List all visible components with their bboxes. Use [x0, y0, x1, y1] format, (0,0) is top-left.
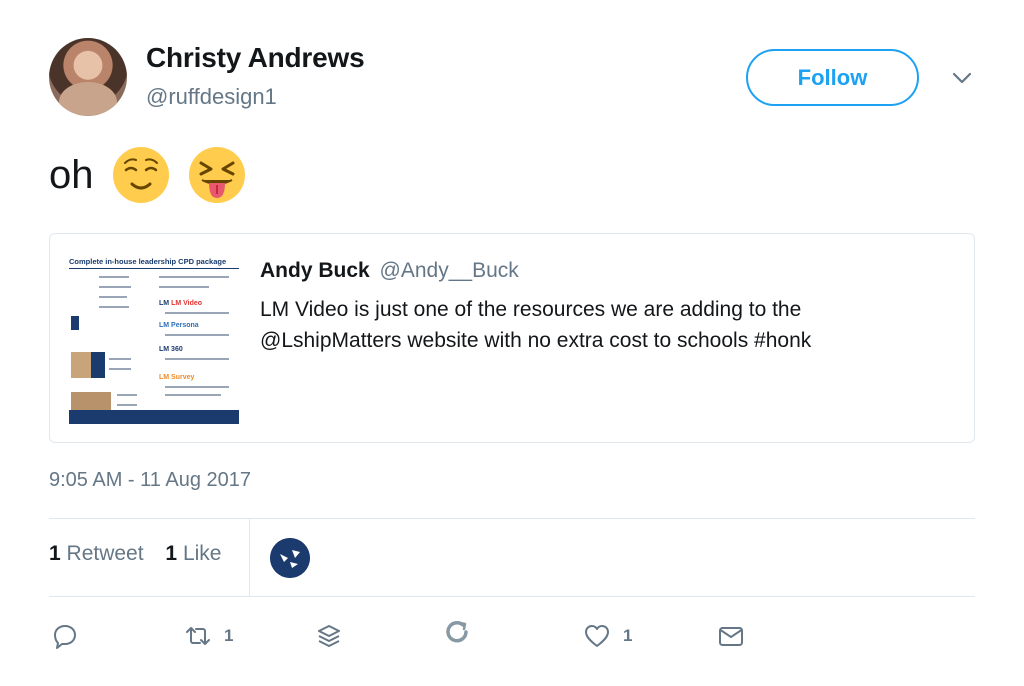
thumb-text-line — [159, 276, 229, 278]
refresh-action[interactable] — [443, 618, 471, 646]
refresh-icon[interactable] — [443, 618, 471, 646]
quoted-tweet-card[interactable]: Complete in-house leadership CPD package… — [49, 233, 975, 443]
stack-icon[interactable] — [315, 622, 343, 650]
tweet-timestamp[interactable]: 9:05 AM - 11 Aug 2017 — [49, 469, 251, 492]
thumb-text-line — [165, 394, 221, 396]
quoted-username[interactable]: @Andy__Buck — [380, 259, 519, 282]
thumb-label-360: LM 360 — [159, 346, 183, 353]
relieved-face-emoji-icon — [112, 147, 169, 203]
thumb-title: Complete in-house leadership CPD package — [69, 257, 239, 269]
divider-bottom — [49, 596, 975, 597]
message-icon[interactable] — [717, 622, 745, 650]
quoted-author[interactable]: Andy Buck @Andy__Buck — [260, 259, 519, 283]
squinting-face-with-tongue-emoji-icon — [188, 147, 245, 203]
quoted-tweet-text: LM Video is just one of the resources we… — [260, 298, 812, 352]
author-avatar[interactable] — [49, 38, 127, 116]
thumb-text-line — [99, 296, 127, 298]
retweet-icon[interactable] — [184, 622, 212, 650]
thumb-text-line — [109, 368, 131, 370]
like-stat-label: Like — [182, 542, 222, 565]
heart-icon[interactable] — [583, 622, 611, 650]
tweet-stats: 1 Retweet 1 Like — [49, 542, 221, 566]
retweet-stat-label: Retweet — [66, 542, 144, 565]
retweet-action[interactable]: 1 — [184, 622, 233, 650]
like-action-count: 1 — [623, 626, 633, 645]
tweet-text-content: oh — [49, 152, 94, 197]
reply-action[interactable] — [51, 622, 79, 650]
thumb-text-line — [109, 358, 131, 360]
thumb-text-line — [165, 358, 229, 360]
thumb-text-line — [159, 286, 209, 288]
stats-vertical-divider — [249, 518, 250, 596]
tweet-text: oh — [49, 142, 264, 208]
retweet-action-count: 1 — [224, 626, 234, 645]
thumb-label-persona: LM Persona — [159, 322, 199, 329]
chevron-down-icon[interactable] — [950, 66, 974, 90]
author-username[interactable]: @ruffdesign1 — [146, 84, 277, 110]
thumb-logo — [71, 316, 79, 330]
thumb-label-video: LM LM Video — [159, 300, 203, 307]
thumb-text-line — [99, 276, 129, 278]
quoted-tweet-image[interactable]: Complete in-house leadership CPD package… — [69, 254, 239, 424]
retweet-stat-count: 1 — [49, 542, 61, 565]
thumb-label-video-text: LM Video — [171, 300, 203, 307]
like-stat-count: 1 — [165, 542, 178, 565]
thumb-text-line — [99, 286, 131, 288]
reply-icon[interactable] — [51, 622, 79, 650]
thumb-text-line — [117, 394, 137, 396]
divider-top — [49, 518, 975, 519]
retweet-stat[interactable]: 1 Retweet — [49, 542, 144, 565]
thumb-text-line — [165, 386, 229, 388]
like-action[interactable]: 1 — [583, 622, 632, 650]
thumb-text-line — [165, 334, 229, 336]
thumb-text-line — [99, 306, 129, 308]
message-action[interactable] — [717, 622, 745, 650]
thumb-label-survey: LM Survey — [159, 374, 195, 381]
author-display-name[interactable]: Christy Andrews — [146, 42, 365, 74]
stack-action[interactable] — [315, 622, 343, 650]
follow-button[interactable]: Follow — [746, 49, 919, 106]
thumb-footer-bar — [69, 410, 239, 424]
thumb-book-cover — [91, 352, 105, 378]
thumb-text-line — [117, 404, 137, 406]
thumb-text-line — [165, 312, 229, 314]
quoted-display-name[interactable]: Andy Buck — [260, 259, 370, 282]
liker-avatar[interactable] — [270, 538, 310, 578]
like-stat[interactable]: 1 Like — [165, 542, 221, 565]
